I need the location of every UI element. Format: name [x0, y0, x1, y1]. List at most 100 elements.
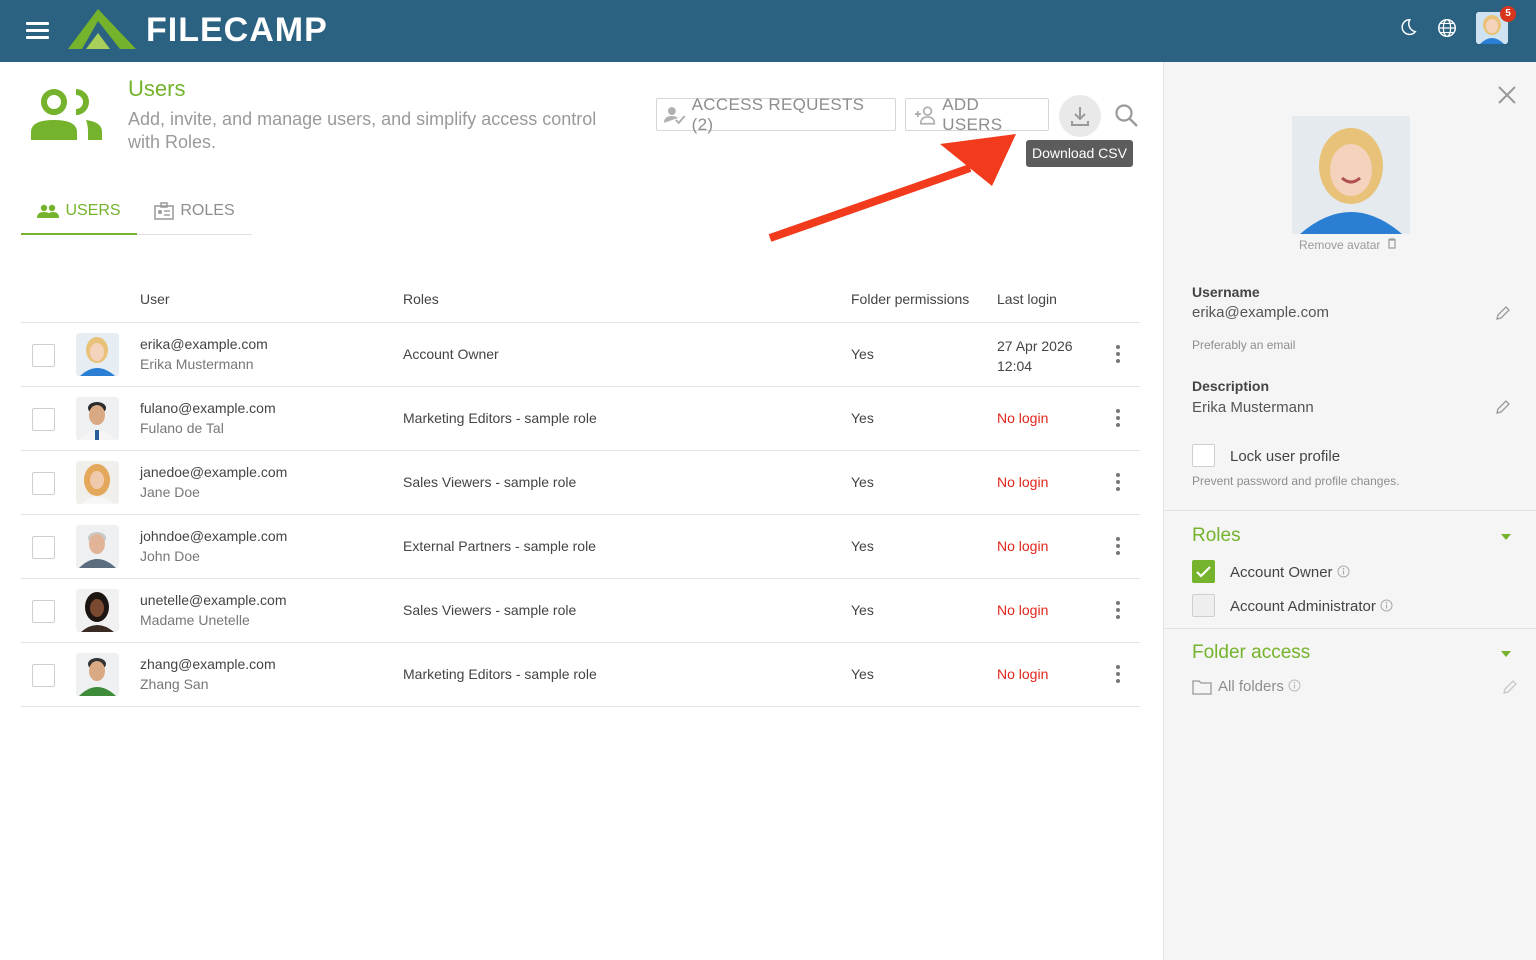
avatar [76, 589, 119, 632]
role-label-account-administrator: Account Administrator [1230, 598, 1393, 615]
row-checkbox[interactable] [32, 600, 55, 623]
avatar [76, 333, 119, 376]
download-csv-tooltip: Download CSV [1026, 140, 1133, 167]
folder-permissions: Yes [851, 666, 874, 682]
column-header-roles[interactable]: Roles [403, 291, 439, 307]
column-header-last-login[interactable]: Last login [997, 291, 1057, 307]
last-login: No login [997, 602, 1049, 618]
user-name: Erika Mustermann [140, 356, 254, 372]
folder-permissions: Yes [851, 346, 874, 362]
role-checkbox-account-administrator[interactable] [1192, 594, 1215, 617]
globe-icon[interactable] [1436, 17, 1458, 39]
search-icon[interactable] [1113, 102, 1139, 128]
info-icon[interactable] [1380, 599, 1393, 612]
kebab-icon[interactable] [1114, 537, 1122, 557]
kebab-icon[interactable] [1114, 345, 1122, 365]
user-email: fulano@example.com [140, 400, 276, 416]
row-checkbox[interactable] [32, 664, 55, 687]
user-email: janedoe@example.com [140, 464, 288, 480]
page-subtitle: Add, invite, and manage users, and simpl… [128, 109, 597, 152]
row-checkbox[interactable] [32, 344, 55, 367]
folder-access-all-folders[interactable]: All folders [1218, 678, 1301, 695]
row-checkbox[interactable] [32, 536, 55, 559]
username-value: erika@example.com [1192, 304, 1329, 321]
avatar [76, 397, 119, 440]
menu-icon[interactable] [26, 22, 49, 39]
roles-section-title[interactable]: Roles [1192, 525, 1241, 547]
app-name: FILECAMP [146, 10, 328, 49]
table-row[interactable]: johndoe@example.com John Doe External Pa… [21, 515, 1140, 579]
filecamp-logo[interactable]: FILECAMP [68, 9, 328, 51]
folder-permissions: Yes [851, 602, 874, 618]
folder-icon [1192, 680, 1212, 695]
notification-badge[interactable]: 5 [1500, 6, 1516, 22]
role-label-account-owner: Account Owner [1230, 564, 1350, 581]
users-icon [31, 89, 102, 140]
column-header-folder-permissions[interactable]: Folder permissions [851, 291, 969, 307]
folder-access-section-title[interactable]: Folder access [1192, 642, 1310, 664]
last-login-date: 27 Apr 2026 [997, 338, 1073, 354]
avatar [76, 525, 119, 568]
last-login-time: 12:04 [997, 358, 1033, 374]
folder-permissions: Yes [851, 410, 874, 426]
tab-users[interactable]: USERS [21, 188, 137, 235]
tab-roles[interactable]: ROLES [137, 188, 252, 234]
table-row[interactable]: fulano@example.com Fulano de Tal Marketi… [21, 387, 1140, 451]
info-icon[interactable] [1288, 679, 1301, 692]
table-header: User Roles Folder permissions Last login [21, 276, 1140, 323]
user-check-icon [664, 106, 686, 124]
tab-bar: USERS ROLES [21, 188, 252, 235]
avatar [76, 461, 119, 504]
kebab-icon[interactable] [1114, 409, 1122, 429]
user-name: Madame Unetelle [140, 612, 250, 628]
folder-permissions: Yes [851, 538, 874, 554]
username-hint: Preferably an email [1192, 338, 1296, 352]
table-row[interactable]: unetelle@example.com Madame Unetelle Sal… [21, 579, 1140, 643]
chevron-down-icon[interactable] [1501, 534, 1511, 540]
last-login: No login [997, 538, 1049, 554]
pencil-icon[interactable] [1502, 679, 1518, 695]
lock-profile-checkbox[interactable] [1192, 444, 1215, 467]
page-title: Users [128, 76, 186, 101]
last-login: 27 Apr 2026 12:04 [997, 336, 1073, 376]
description-label: Description [1192, 378, 1270, 394]
user-avatar-large[interactable] [1292, 116, 1410, 234]
info-icon[interactable] [1337, 565, 1350, 578]
user-name: Fulano de Tal [140, 420, 224, 436]
user-email: zhang@example.com [140, 656, 276, 672]
tab-users-label: USERS [65, 201, 121, 219]
divider [1164, 628, 1536, 629]
remove-avatar-link[interactable]: Remove avatar [1299, 238, 1397, 252]
last-login: No login [997, 666, 1049, 682]
chevron-down-icon[interactable] [1501, 651, 1511, 657]
trash-icon [1387, 238, 1396, 249]
user-role: Sales Viewers - sample role [403, 602, 577, 618]
pencil-icon[interactable] [1495, 305, 1511, 321]
last-login: No login [997, 474, 1049, 490]
table-row[interactable]: zhang@example.com Zhang San Marketing Ed… [21, 643, 1140, 707]
last-login: No login [997, 410, 1049, 426]
table-row[interactable]: janedoe@example.com Jane Doe Sales Viewe… [21, 451, 1140, 515]
divider [1164, 510, 1536, 511]
user-role: Marketing Editors - sample role [403, 666, 597, 682]
logo-mark-icon [68, 9, 136, 49]
user-role: Sales Viewers - sample role [403, 474, 577, 490]
folder-name: All folders [1218, 678, 1284, 695]
user-role: Account Owner [403, 346, 499, 362]
download-csv-button[interactable] [1059, 95, 1101, 137]
close-icon[interactable] [1498, 86, 1516, 104]
row-checkbox[interactable] [32, 472, 55, 495]
avatar [76, 653, 119, 696]
kebab-icon[interactable] [1114, 473, 1122, 493]
column-header-user[interactable]: User [140, 291, 170, 307]
user-email: unetelle@example.com [140, 592, 287, 608]
kebab-icon[interactable] [1114, 665, 1122, 685]
pencil-icon[interactable] [1495, 399, 1511, 415]
kebab-icon[interactable] [1114, 601, 1122, 621]
moon-icon[interactable] [1396, 17, 1418, 39]
table-row[interactable]: erika@example.com Erika Mustermann Accou… [21, 323, 1140, 387]
download-icon [1071, 107, 1089, 126]
row-checkbox[interactable] [32, 408, 55, 431]
folder-permissions: Yes [851, 474, 874, 490]
role-checkbox-account-owner[interactable] [1192, 560, 1215, 583]
